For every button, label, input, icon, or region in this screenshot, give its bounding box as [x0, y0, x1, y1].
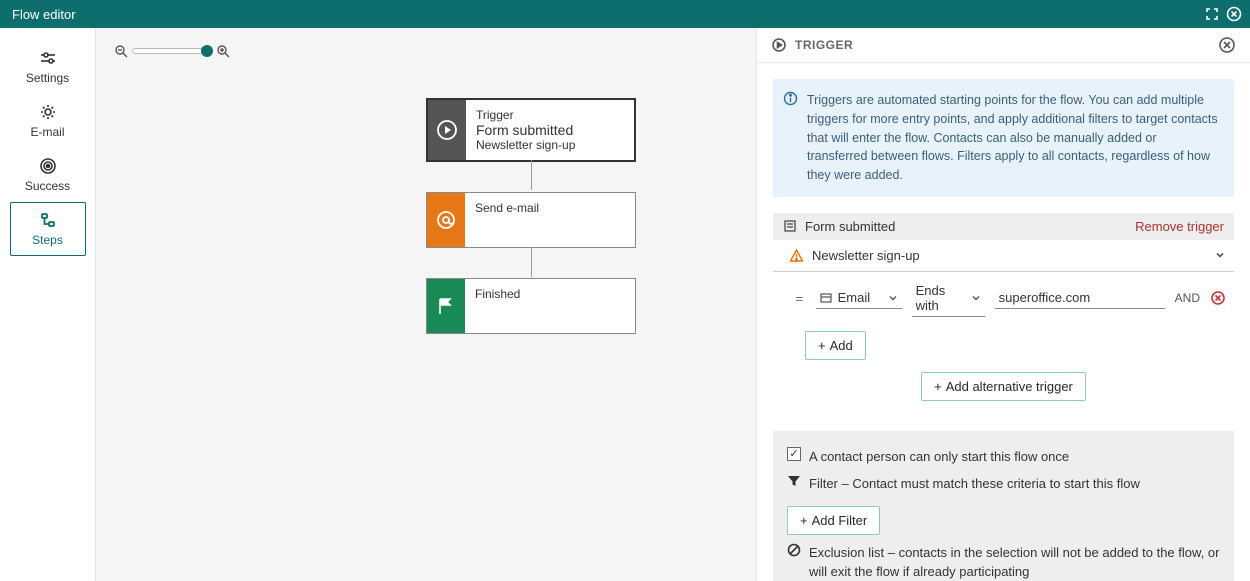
trigger-form-name: Newsletter sign-up — [812, 248, 920, 263]
sidebar-item-email[interactable]: E-mail — [10, 94, 86, 148]
add-alternative-trigger-button[interactable]: + Add alternative trigger — [921, 372, 1086, 401]
zoom-slider[interactable] — [132, 48, 212, 54]
sidebar-item-success[interactable]: Success — [10, 148, 86, 202]
form-icon — [783, 219, 797, 233]
sidebar-label: Steps — [32, 233, 63, 247]
zoom-control[interactable] — [114, 44, 230, 58]
add-alt-label: Add alternative trigger — [946, 379, 1073, 394]
node-subtitle: Newsletter sign-up — [476, 138, 624, 152]
sidebar-item-steps[interactable]: Steps — [10, 202, 86, 256]
chevron-down-icon[interactable] — [1214, 249, 1226, 261]
sidebar: Settings E-mail Success — [0, 28, 96, 581]
sidebar-label: E-mail — [30, 125, 64, 139]
exclusion-label: Exclusion list – contacts in the selecti… — [809, 543, 1220, 581]
flow-icon — [39, 211, 57, 229]
close-icon[interactable] — [1226, 6, 1242, 22]
start-once-label: A contact person can only start this flo… — [809, 447, 1069, 467]
remove-trigger-link[interactable]: Remove trigger — [1135, 219, 1224, 234]
add-condition-button[interactable]: + Add — [805, 331, 866, 360]
delete-condition-icon[interactable] — [1210, 290, 1226, 306]
info-banner: Triggers are automated starting points f… — [773, 79, 1234, 197]
chevron-down-icon — [888, 293, 898, 303]
sidebar-item-settings[interactable]: Settings — [10, 40, 86, 94]
sidebar-label: Settings — [26, 71, 69, 85]
value-input[interactable]: superoffice.com — [995, 287, 1165, 309]
sidebar-label: Success — [25, 179, 70, 193]
flow-node-email[interactable]: Send e-mail — [426, 192, 636, 248]
flow-node-trigger[interactable]: Trigger Form submitted Newsletter sign-u… — [426, 98, 636, 162]
start-once-checkbox[interactable] — [787, 447, 801, 461]
trigger-settings: A contact person can only start this flo… — [773, 431, 1234, 581]
panel-close-icon[interactable] — [1218, 36, 1236, 54]
node-label: Trigger — [476, 108, 624, 122]
chevron-down-icon — [971, 293, 981, 303]
condition-row: = Email Ends with — [773, 272, 1234, 321]
field-value: Email — [838, 290, 882, 305]
info-text: Triggers are automated starting points f… — [807, 93, 1218, 182]
node-title: Send e-mail — [475, 201, 625, 215]
plus-icon: + — [934, 379, 942, 394]
zoom-out-icon[interactable] — [114, 44, 128, 58]
node-title: Form submitted — [476, 122, 624, 138]
plus-icon: + — [818, 338, 826, 353]
titlebar: Flow editor — [0, 0, 1250, 28]
join-label: AND — [1175, 291, 1200, 305]
equals-label: = — [793, 291, 806, 306]
app-title: Flow editor — [12, 7, 76, 22]
filter-icon — [787, 474, 801, 488]
flow-node-finished[interactable]: Finished — [426, 278, 636, 334]
trigger-type-bar: Form submitted Remove trigger — [773, 213, 1234, 240]
warning-icon — [789, 248, 804, 263]
zoom-in-icon[interactable] — [216, 44, 230, 58]
play-icon — [428, 100, 466, 160]
maximize-icon[interactable] — [1204, 6, 1220, 22]
node-title: Finished — [475, 287, 625, 301]
field-select[interactable]: Email — [816, 287, 902, 309]
flow-canvas[interactable]: Trigger Form submitted Newsletter sign-u… — [96, 28, 756, 581]
target-icon — [39, 157, 57, 175]
gear-icon — [39, 103, 57, 121]
add-filter-label: Add Filter — [812, 513, 868, 528]
exclude-icon — [787, 543, 801, 557]
add-filter-button[interactable]: + Add Filter — [787, 506, 880, 535]
flag-icon — [427, 279, 465, 333]
plus-icon: + — [800, 513, 808, 528]
sliders-icon — [39, 49, 57, 67]
operator-value: Ends with — [916, 283, 965, 313]
add-label: Add — [830, 338, 853, 353]
trigger-type-label: Form submitted — [805, 219, 895, 234]
panel-icon — [771, 37, 787, 53]
trigger-form-row[interactable]: Newsletter sign-up — [773, 240, 1234, 272]
trigger-panel: TRIGGER Triggers are automated starting … — [756, 28, 1250, 581]
info-icon — [783, 91, 798, 106]
panel-title: TRIGGER — [795, 38, 853, 52]
field-icon — [820, 292, 832, 304]
filter-label: Filter – Contact must match these criter… — [809, 474, 1140, 494]
operator-select[interactable]: Ends with — [912, 280, 985, 317]
at-icon — [427, 193, 465, 247]
